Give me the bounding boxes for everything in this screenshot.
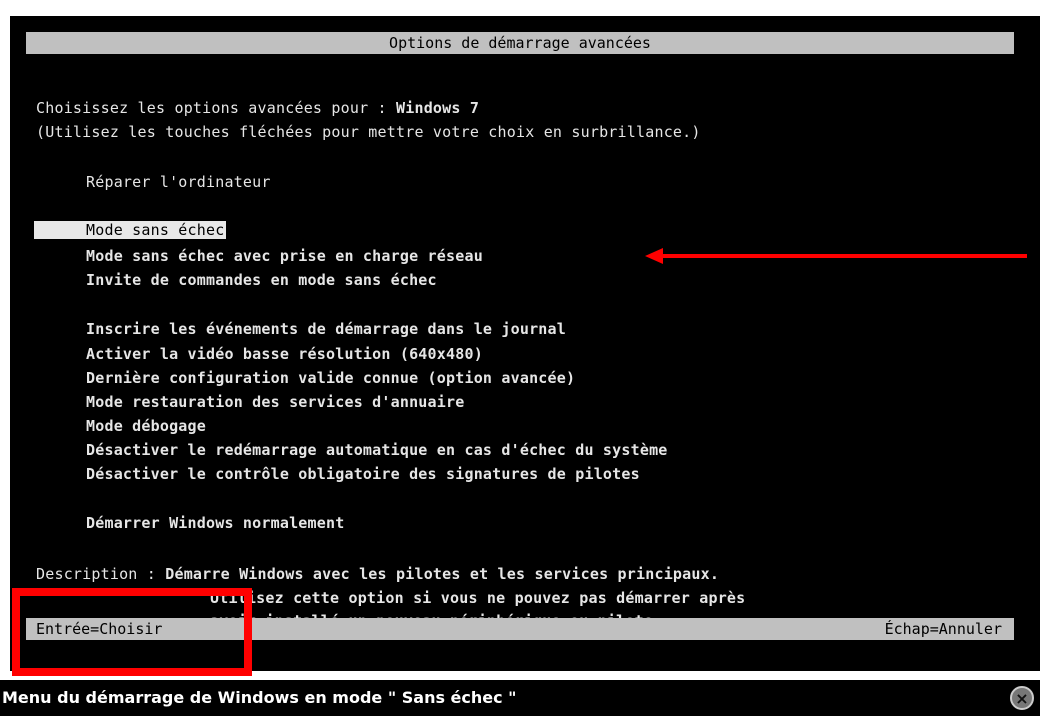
page-title: Options de démarrage avancées <box>389 34 651 52</box>
option-safe-mode-network[interactable]: Mode sans échec avec prise en charge rés… <box>86 246 483 266</box>
intro-line-2: (Utilisez les touches fléchées pour mett… <box>36 123 701 141</box>
option-debug[interactable]: Mode débogage <box>86 416 206 436</box>
image-frame: Options de démarrage avancées Choisissez… <box>0 0 1040 716</box>
option-start-normally[interactable]: Démarrer Windows normalement <box>86 513 344 533</box>
close-icon[interactable]: × <box>1010 686 1034 710</box>
option-ds-restore[interactable]: Mode restauration des services d'annuair… <box>86 392 464 412</box>
description-line-2: Utilisez cette option si vous ne pouvez … <box>210 589 746 607</box>
caption: Menu du démarrage de Windows en mode " S… <box>0 680 1040 716</box>
description-label: Description : <box>36 565 166 583</box>
option-safe-mode-cmd[interactable]: Invite de commandes en mode sans échec <box>86 270 437 290</box>
description-text-1: Démarre Windows avec les pilotes et les … <box>165 565 720 583</box>
description-line-1: Description : Démarre Windows avec les p… <box>36 564 719 584</box>
highlight-box <box>12 588 252 676</box>
intro-prefix: Choisissez les options avancées pour : <box>36 99 396 117</box>
option-last-known-good[interactable]: Dernière configuration valide connue (op… <box>86 368 575 388</box>
title-bar: Options de démarrage avancées <box>26 32 1014 54</box>
intro-line-1: Choisissez les options avancées pour : W… <box>36 98 479 118</box>
os-name: Windows 7 <box>396 99 480 117</box>
option-repair[interactable]: Réparer l'ordinateur <box>86 172 271 192</box>
option-disable-auto-restart[interactable]: Désactiver le redémarrage automatique en… <box>86 440 668 460</box>
red-arrow-icon <box>645 248 1027 264</box>
option-boot-logging[interactable]: Inscrire les événements de démarrage dan… <box>86 319 566 339</box>
escape-hint: Échap=Annuler <box>884 620 1002 638</box>
option-low-res-video[interactable]: Activer la vidéo basse résolution (640x4… <box>86 344 483 364</box>
option-disable-driver-sig[interactable]: Désactiver le contrôle obligatoire des s… <box>86 464 640 484</box>
option-safe-mode[interactable]: Mode sans échec <box>34 220 227 240</box>
option-safe-mode-label: Mode sans échec <box>34 221 227 239</box>
